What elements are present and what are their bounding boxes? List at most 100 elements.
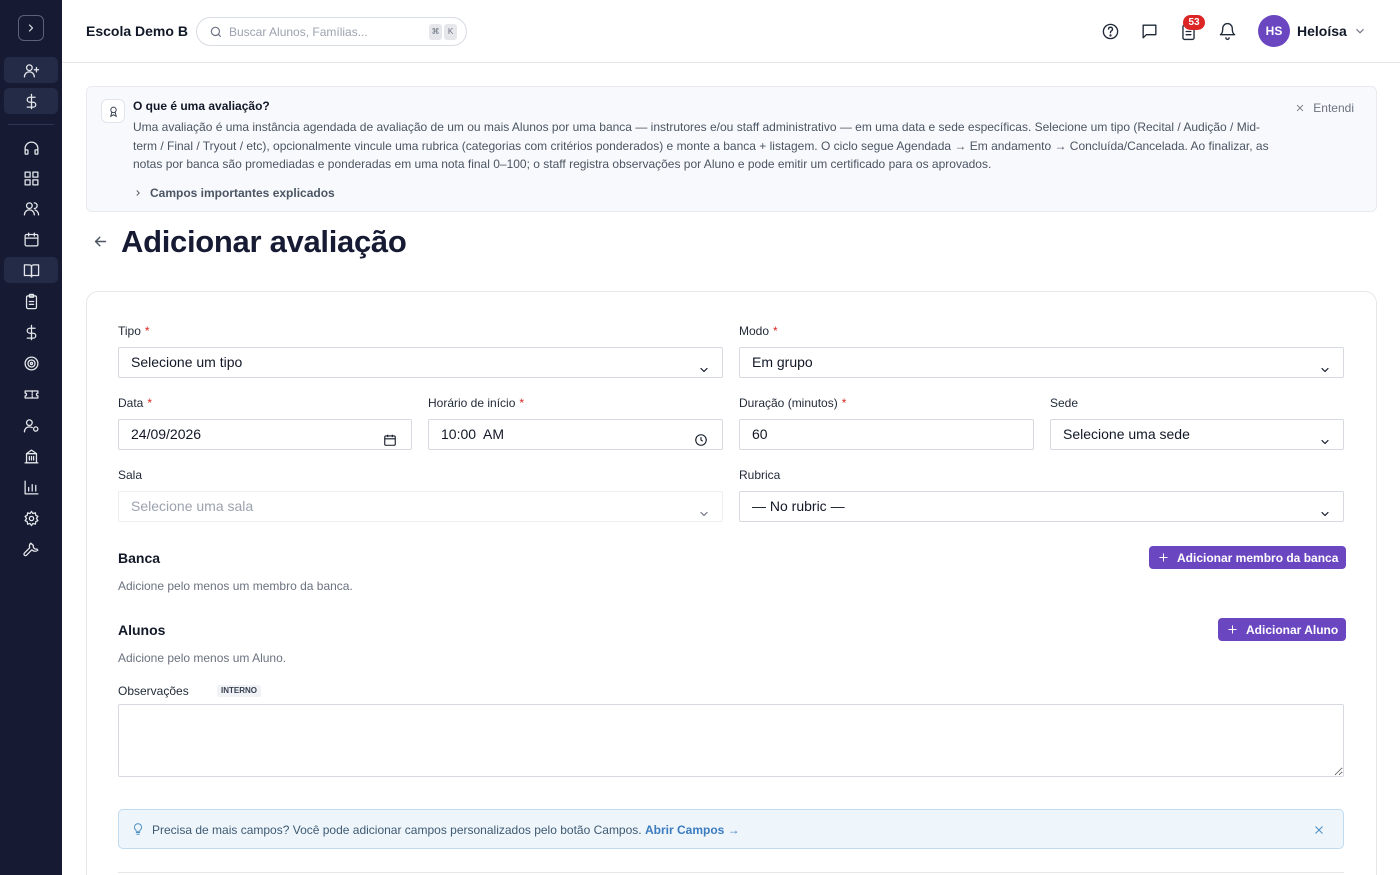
sala-select[interactable]: Selecione uma sala <box>118 491 723 522</box>
info-title: O que é uma avaliação? <box>133 99 270 113</box>
calendar-icon <box>384 434 396 446</box>
tip-text: Precisa de mais campos? Você pode adicio… <box>152 823 740 837</box>
global-search[interactable]: ⌘ K <box>196 17 467 46</box>
grid-icon <box>23 170 39 186</box>
search-input[interactable] <box>229 23 419 41</box>
help-button[interactable] <box>1099 20 1121 42</box>
sidebar-item-calendar[interactable] <box>4 226 58 252</box>
sidebar-item-clipboard[interactable] <box>4 288 58 314</box>
sidebar-item-reports[interactable] <box>4 474 58 500</box>
calendar-icon <box>23 231 39 247</box>
building-icon <box>23 448 39 464</box>
alunos-hint: Adicione pelo menos um Aluno. <box>118 651 287 665</box>
gear-icon <box>23 510 39 526</box>
back-button[interactable] <box>92 233 110 251</box>
dollar-icon <box>26 93 36 109</box>
page-title: Adicionar avaliação <box>121 224 407 259</box>
close-icon <box>1315 826 1323 834</box>
award-icon <box>109 106 117 117</box>
top-header: Escola Demo B ⌘ K 53 HS Heloísa <box>62 0 1400 63</box>
tipo-select[interactable]: Selecione um tipo <box>118 347 723 378</box>
rubrica-select[interactable]: — No rubric — <box>739 491 1344 522</box>
add-banca-member-label: Adicionar membro da banca <box>1177 550 1339 565</box>
sidebar-divider <box>8 124 54 125</box>
bar-chart-icon <box>23 479 39 495</box>
kbd-cmd: ⌘ <box>429 24 442 40</box>
sidebar-item-people[interactable] <box>4 195 58 221</box>
chevron-right-icon <box>136 190 140 196</box>
close-icon <box>1297 104 1304 112</box>
user-name[interactable]: Heloísa <box>1297 23 1347 39</box>
modo-label: Modo * <box>739 324 778 338</box>
sidebar-item-finance[interactable] <box>4 319 58 345</box>
user-plus-icon <box>23 63 39 78</box>
plus-icon <box>1159 553 1168 562</box>
lightbulb-icon <box>134 823 142 835</box>
message-square-icon <box>1141 23 1157 39</box>
chevron-down-icon <box>1321 367 1329 373</box>
user-cog-icon <box>23 418 39 433</box>
banca-hint: Adicione pelo menos um membro da banca. <box>118 579 353 593</box>
ticket-icon <box>23 389 39 399</box>
clipboard-icon <box>25 293 37 309</box>
observacoes-textarea[interactable] <box>118 704 1344 777</box>
sidebar-item-target[interactable] <box>4 350 58 376</box>
user-avatar[interactable]: HS <box>1258 15 1290 47</box>
sidebar-item-staff[interactable] <box>4 412 58 438</box>
bell-icon <box>1219 22 1235 40</box>
notifications-button[interactable] <box>1216 20 1238 42</box>
clock-icon <box>695 434 707 446</box>
data-label: Data * <box>118 396 153 410</box>
arrow-left-icon <box>94 236 107 247</box>
sidebar-item-courses[interactable] <box>4 257 58 283</box>
add-banca-member-button[interactable]: Adicionar membro da banca <box>1149 546 1347 569</box>
target-icon <box>23 355 39 371</box>
data-input[interactable]: 24/09/2026 <box>118 419 412 450</box>
info-more-label: Campos importantes explicados <box>150 186 335 200</box>
modo-select[interactable]: Em grupo <box>739 347 1344 378</box>
plus-icon <box>1228 625 1237 634</box>
tipo-label: Tipo * <box>118 324 150 338</box>
kbd-k: K <box>444 24 457 40</box>
horario-input[interactable]: 10:00 AM <box>428 419 723 450</box>
section-divider <box>118 872 1344 873</box>
add-aluno-button[interactable]: Adicionar Aluno <box>1218 618 1347 641</box>
sidebar-item-tickets[interactable] <box>4 381 58 407</box>
dollar-icon <box>26 324 36 340</box>
sidebar-toggle-button[interactable] <box>18 15 44 41</box>
headset-icon <box>23 140 39 155</box>
sidebar-item-add-user[interactable] <box>4 57 58 83</box>
rubrica-label: Rubrica <box>739 468 781 482</box>
info-panel: O que é uma avaliação? Uma avaliação é u… <box>86 86 1377 212</box>
sidebar <box>0 0 62 875</box>
sidebar-item-billing[interactable] <box>4 88 58 114</box>
messages-button[interactable] <box>1138 20 1160 42</box>
sede-label: Sede <box>1050 396 1079 410</box>
sidebar-item-support[interactable] <box>4 135 58 161</box>
sidebar-item-settings[interactable] <box>4 505 58 531</box>
custom-fields-tip: Precisa de mais campos? Você pode adicio… <box>118 809 1344 849</box>
user-menu-toggle[interactable] <box>1353 24 1367 38</box>
info-more-toggle[interactable]: Campos importantes explicados <box>133 186 335 200</box>
sala-label: Sala <box>118 468 143 482</box>
chevron-down-icon <box>1321 511 1329 517</box>
duracao-input[interactable]: 60 <box>739 419 1034 450</box>
dismiss-label: Entendi <box>1313 101 1354 115</box>
chevron-down-icon <box>1356 28 1364 34</box>
banca-title: Banca <box>118 550 161 566</box>
dismiss-info-button[interactable]: Entendi <box>1295 101 1354 115</box>
alunos-title: Alunos <box>118 622 166 638</box>
sede-select[interactable]: Selecione uma sede <box>1050 419 1344 450</box>
sidebar-item-buildings[interactable] <box>4 443 58 469</box>
duracao-label: Duração (minutos) * <box>739 396 847 410</box>
book-open-icon <box>23 263 39 278</box>
chevron-right-icon <box>28 24 34 32</box>
wrench-icon <box>22 541 39 556</box>
close-tip-button[interactable] <box>1313 823 1326 836</box>
add-aluno-label: Adicionar Aluno <box>1246 622 1339 637</box>
chevron-down-icon <box>700 367 708 373</box>
sidebar-item-dashboard[interactable] <box>4 165 58 191</box>
open-fields-link[interactable]: Abrir Campos → <box>645 823 740 837</box>
info-body: Uma avaliação é uma instância agendada d… <box>133 120 1269 171</box>
sidebar-item-tools[interactable] <box>4 536 58 562</box>
